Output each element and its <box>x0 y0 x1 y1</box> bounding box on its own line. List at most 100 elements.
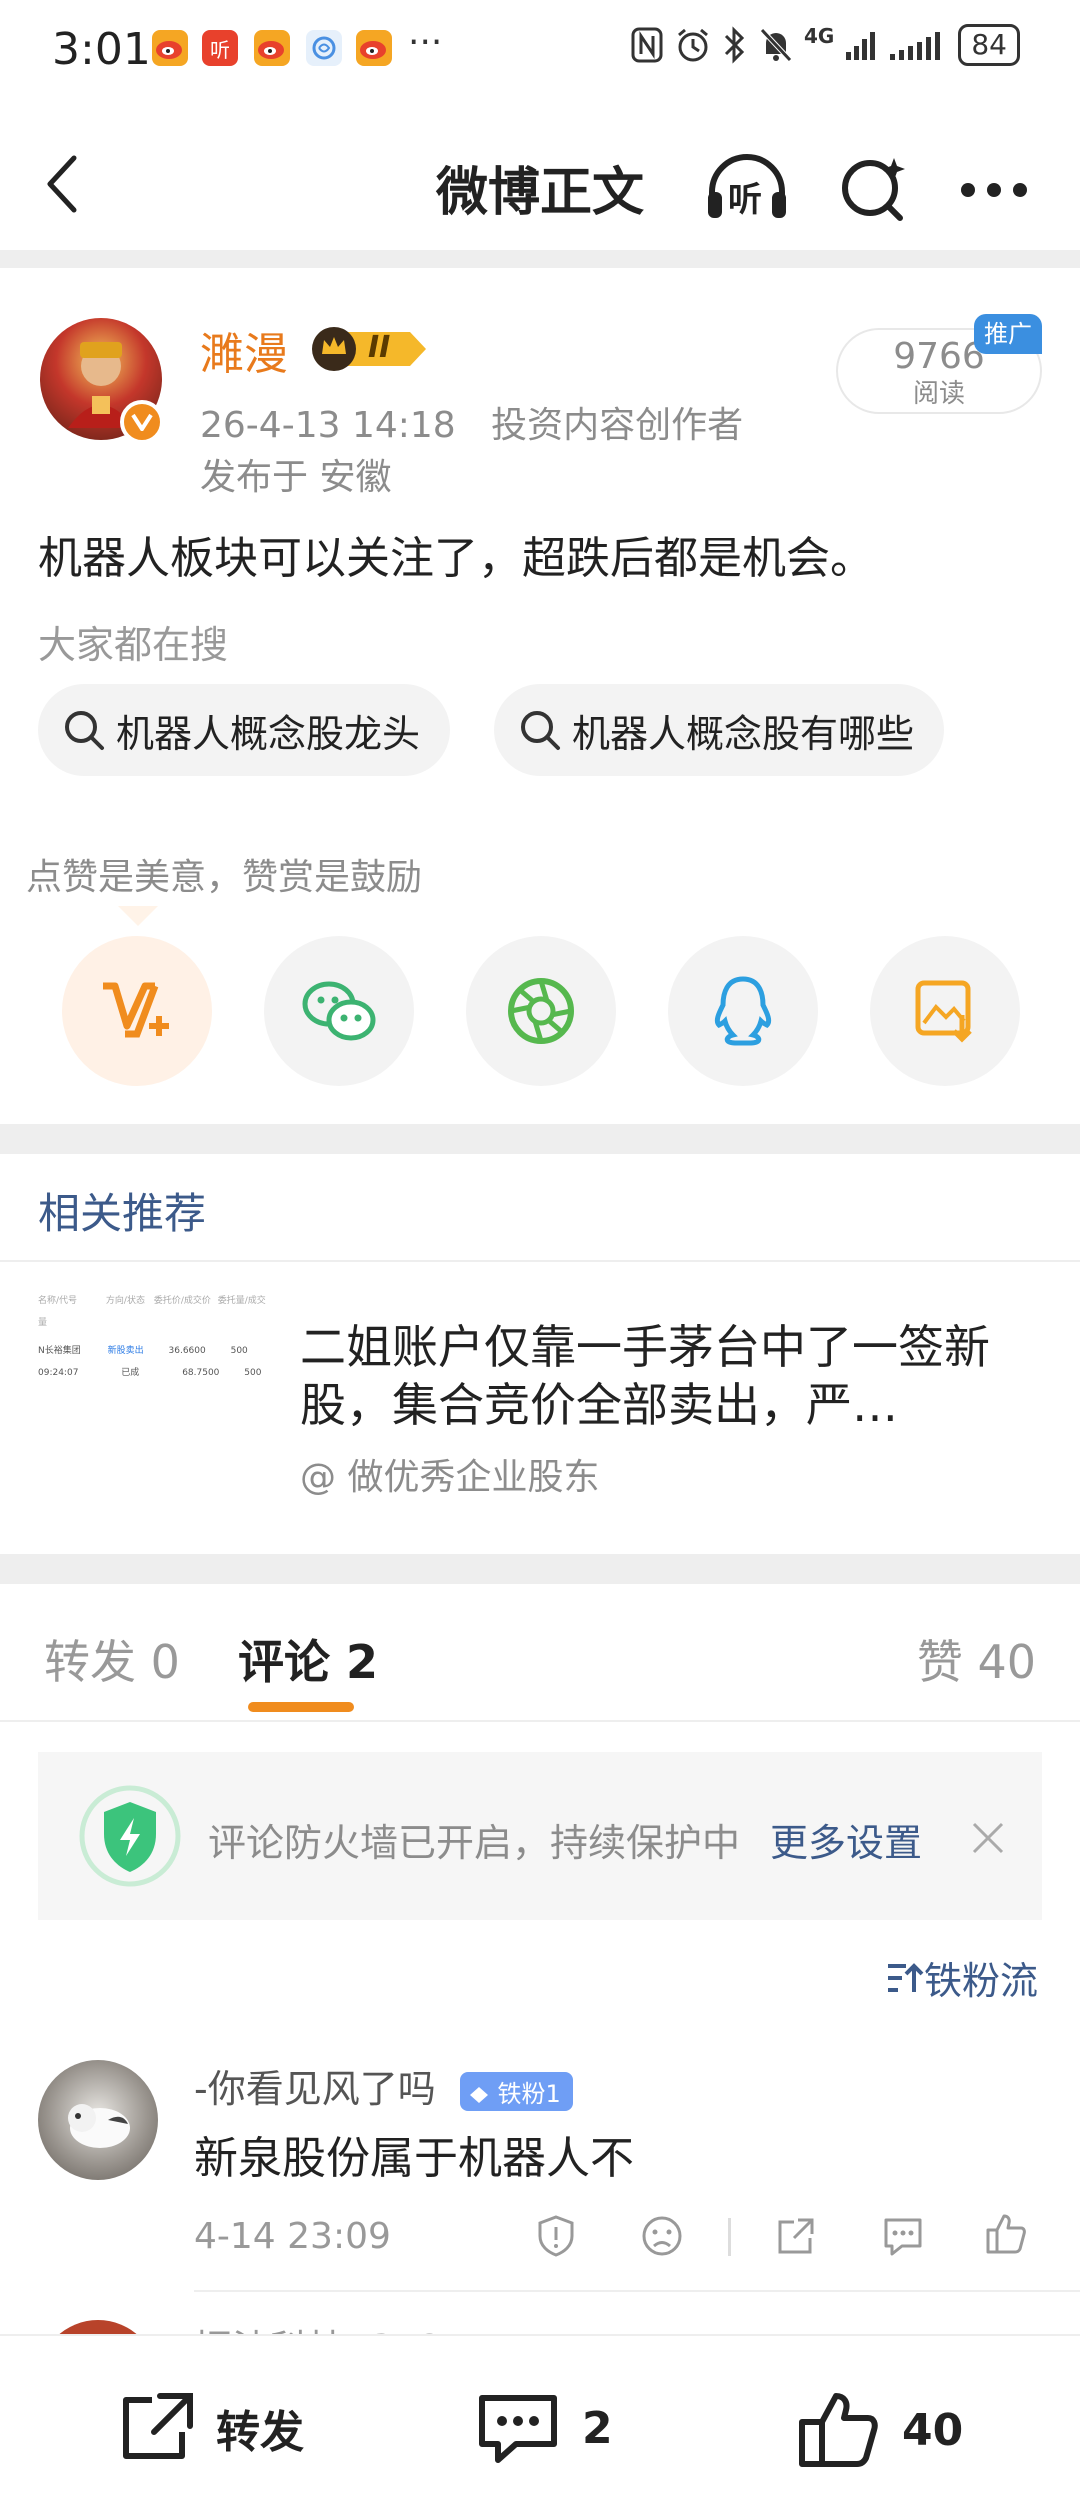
comment-count: 2 <box>582 2402 613 2454</box>
shield-icon <box>79 1785 181 1887</box>
reward-tip: 点赞是美意，赞赏是鼓励 <box>26 857 423 898</box>
tab-comment[interactable]: 评论 2 <box>238 1626 378 1692</box>
battery-indicator: 84 <box>958 24 1020 66</box>
search-icon <box>521 711 560 750</box>
thumb-row: N长裕集团 新股卖出 36.6600 500 <box>38 1340 270 1362</box>
divider <box>0 1124 1080 1154</box>
share-wechat-button[interactable] <box>264 936 414 1086</box>
save-image-icon <box>915 980 972 1043</box>
thumb-cell: 36.6600 <box>168 1346 206 1356</box>
related-article-title[interactable]: 二姐账户仅靠一手茅台中了一签新股，集合竞价全部卖出，严… <box>300 1318 1020 1434</box>
status-bar: 3:01 听 ··· 4G 84 <box>0 0 1080 100</box>
dislike-face-icon[interactable] <box>640 2214 684 2258</box>
action-divider <box>728 2218 731 2256</box>
post-meta-line: 26-4-13 14:18 投资内容创作者 <box>200 396 743 448</box>
comment-button[interactable]: 2 <box>476 2390 613 2466</box>
thumb-cell: 68.7500 <box>182 1368 220 1378</box>
report-icon[interactable] <box>534 2214 578 2258</box>
repost-comment-icon[interactable] <box>774 2214 818 2258</box>
weibo-notification-icon <box>356 30 392 66</box>
comment-bubble-icon <box>479 2395 557 2463</box>
search-chip[interactable]: 机器人概念股有哪些 <box>494 684 945 776</box>
post-content: 机器人板块可以关注了，超跌后都是机会。 <box>38 533 874 584</box>
comment-text: 新泉股份属于机器人不 <box>194 2133 634 2184</box>
related-section-title: 相关推荐 <box>38 1189 207 1238</box>
signal-2-icon <box>890 32 941 60</box>
thumb-cell: 已成 <box>121 1368 140 1378</box>
bottom-action-bar: 转发 2 40 <box>0 2334 1080 2504</box>
commenter-name[interactable]: -你看见风了吗 铁粉1 <box>194 2058 573 2113</box>
reply-icon[interactable] <box>880 2214 926 2258</box>
search-chip-label: 机器人概念股龙头 <box>116 711 421 756</box>
more-notifications-icon: ··· <box>408 22 443 63</box>
reward-v-icon <box>103 982 169 1038</box>
tip-pointer-icon <box>118 906 158 926</box>
status-time: 3:01 <box>52 24 151 75</box>
divider <box>0 250 1080 268</box>
post-location: 发布于 安徽 <box>200 457 392 498</box>
read-label: 阅读 <box>912 379 965 409</box>
bluetooth-icon <box>724 26 745 64</box>
thumb-row: 09:24:07 已成 68.7500 500 <box>38 1362 270 1384</box>
sort-toggle[interactable]: 铁粉流 <box>884 1950 1038 2005</box>
fan-badge: 铁粉1 <box>459 2072 573 2111</box>
search-chip-label: 机器人概念股有哪些 <box>572 711 915 756</box>
diamond-icon <box>469 2087 488 2103</box>
more-options-icon[interactable] <box>958 180 1030 200</box>
mute-bell-icon <box>760 28 792 62</box>
reward-button[interactable] <box>62 936 212 1086</box>
rank-badge-label: II <box>368 330 391 365</box>
page-title: 微博正文 <box>435 163 644 223</box>
weibo-notification-icon <box>152 30 188 66</box>
close-icon[interactable] <box>970 1820 1006 1856</box>
author-name[interactable]: 濉漫 <box>200 318 288 382</box>
listen-label: 听 <box>728 180 762 220</box>
divider <box>0 1720 1080 1722</box>
tab-active-indicator <box>248 1702 354 1712</box>
tab-like[interactable]: 赞 40 <box>917 1626 1036 1692</box>
search-chip[interactable]: 机器人概念股龙头 <box>38 684 451 776</box>
search-spark-icon[interactable] <box>838 154 910 226</box>
share-qq-button[interactable] <box>668 936 818 1086</box>
author-identity: 投资内容创作者 <box>491 405 744 446</box>
thumb-cell: 500 <box>244 1368 262 1378</box>
comment-time: 4-14 23:09 <box>194 2216 391 2257</box>
like-count: 40 <box>902 2404 964 2456</box>
commenter-avatar[interactable] <box>38 2060 158 2180</box>
thumb-cell: 名称/代号 <box>38 1296 78 1306</box>
firewall-settings-link[interactable]: 更多设置 <box>770 1812 922 1867</box>
alarm-icon <box>678 28 708 62</box>
divider <box>194 2290 1080 2292</box>
divider <box>0 1554 1080 1584</box>
share-arrow-icon <box>123 2393 193 2459</box>
thumb-header: 名称/代号 方向/状态 委托价/成交价 委托量/成交量 <box>38 1290 270 1334</box>
share-moments-button[interactable] <box>466 936 616 1086</box>
save-image-button[interactable] <box>870 936 1020 1086</box>
repost-label: 转发 <box>216 2407 304 2458</box>
ting-notification-icon: 听 <box>202 30 238 66</box>
like-icon[interactable] <box>984 2212 1028 2256</box>
tab-repost[interactable]: 转发 0 <box>44 1626 180 1692</box>
repost-button[interactable]: 转发 <box>116 2390 304 2466</box>
firewall-text: 评论防火墙已开启，持续保护中 <box>208 1821 741 1865</box>
related-article-author[interactable]: @ 做优秀企业股东 <box>300 1448 599 1500</box>
like-button[interactable]: 40 <box>796 2390 963 2470</box>
thumb-cell: 委托价/成交价 <box>153 1296 211 1306</box>
app-notification-icon <box>306 30 342 66</box>
sort-icon <box>888 1962 924 1992</box>
rank-badge: II <box>306 324 430 374</box>
verified-badge-icon <box>120 400 164 444</box>
thumb-cell: N长裕集团 <box>38 1346 81 1356</box>
thumb-cell: 新股卖出 <box>107 1346 144 1356</box>
divider <box>0 1260 1080 1262</box>
related-thumbnail[interactable]: 名称/代号 方向/状态 委托价/成交价 委托量/成交量 N长裕集团 新股卖出 3… <box>38 1290 270 1390</box>
search-icon <box>65 711 104 750</box>
thumb-cell: 500 <box>230 1346 248 1356</box>
listen-button[interactable]: 听 <box>704 150 790 226</box>
fan-badge-label: 铁粉1 <box>497 2080 561 2108</box>
signal-icon <box>846 32 876 60</box>
hot-search-label: 大家都在搜 <box>38 623 229 667</box>
post-time: 26-4-13 14:18 <box>200 405 456 446</box>
thumb-cell: 方向/状态 <box>105 1296 145 1306</box>
top-nav-bar: 微博正文 听 <box>0 100 1080 250</box>
